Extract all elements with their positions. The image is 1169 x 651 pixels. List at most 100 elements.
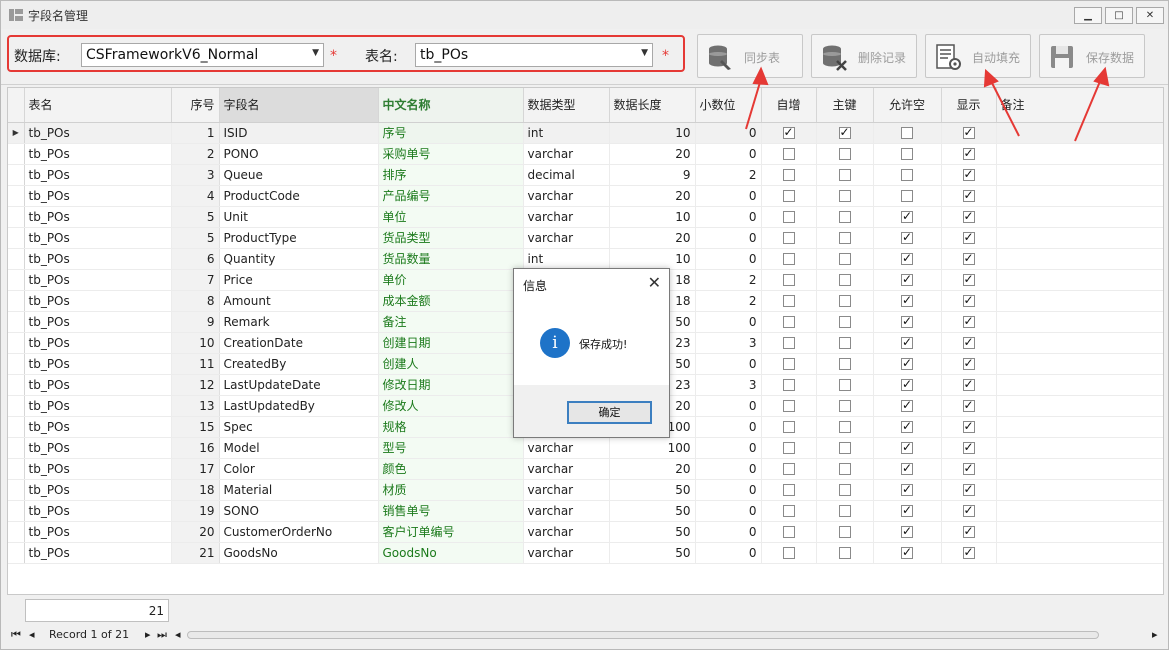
cell-chinese-name[interactable]: 客户订单编号: [378, 521, 524, 543]
cell-table-name[interactable]: tb_POs: [24, 164, 172, 186]
cell-seq[interactable]: 3: [171, 164, 220, 186]
cell-decimals[interactable]: 0: [695, 311, 762, 333]
cell-auto-increment[interactable]: [761, 416, 817, 438]
checkbox[interactable]: [962, 293, 975, 307]
table-row[interactable]: tb_POs 20 CustomerOrderNo 客户订单编号 varchar 50 0: [8, 521, 1163, 543]
cell-visible[interactable]: [941, 248, 997, 270]
checkbox[interactable]: [838, 400, 851, 412]
cell-nullable[interactable]: [873, 353, 942, 375]
checkbox[interactable]: [901, 209, 913, 223]
header-auto-increment[interactable]: 自增: [761, 88, 817, 123]
cell-data-type[interactable]: varchar: [523, 206, 610, 228]
cell-data-length[interactable]: 20: [609, 458, 696, 480]
cell-seq[interactable]: 5: [171, 206, 220, 228]
cell-decimals[interactable]: 2: [695, 164, 762, 186]
cell-remark[interactable]: [996, 395, 1163, 417]
cell-decimals[interactable]: 0: [695, 185, 762, 207]
checkbox[interactable]: [838, 169, 851, 181]
cell-data-type[interactable]: varchar: [523, 185, 610, 207]
checkbox[interactable]: [962, 440, 975, 454]
cell-nullable[interactable]: [873, 206, 942, 228]
checkbox[interactable]: [901, 230, 913, 244]
cell-data-length[interactable]: 50: [609, 479, 696, 501]
checkbox[interactable]: [901, 545, 913, 559]
cell-visible[interactable]: [941, 500, 997, 522]
table-row[interactable]: tb_POs 4 ProductCode 产品编号 varchar 20 0: [8, 185, 1163, 207]
cell-nullable[interactable]: [873, 458, 942, 480]
checkbox[interactable]: [782, 211, 795, 223]
table-row[interactable]: tb_POs 6 Quantity 货品数量 int 10 0: [8, 248, 1163, 270]
checkbox[interactable]: [901, 524, 913, 538]
cell-nullable[interactable]: [873, 542, 942, 564]
cell-seq[interactable]: 20: [171, 521, 220, 543]
table-row[interactable]: tb_POs 5 ProductType 货品类型 varchar 20 0: [8, 227, 1163, 249]
cell-table-name[interactable]: tb_POs: [24, 521, 172, 543]
checkbox[interactable]: [962, 503, 975, 517]
cell-remark[interactable]: [996, 185, 1163, 207]
checkbox[interactable]: [782, 190, 795, 202]
cell-primary-key[interactable]: [816, 206, 874, 228]
cell-chinese-name[interactable]: 材质: [378, 479, 524, 501]
table-row[interactable]: tb_POs 16 Model 型号 varchar 100 0: [8, 437, 1163, 459]
checkbox[interactable]: [782, 484, 795, 496]
cell-chinese-name[interactable]: 修改日期: [378, 374, 524, 396]
checkbox[interactable]: [782, 526, 795, 538]
checkbox[interactable]: [782, 125, 795, 139]
scroll-right-icon[interactable]: ▸: [1152, 628, 1158, 641]
cell-primary-key[interactable]: [816, 143, 874, 165]
checkbox[interactable]: [782, 295, 795, 307]
cell-decimals[interactable]: 0: [695, 353, 762, 375]
header-visible[interactable]: 显示: [941, 88, 997, 123]
checkbox[interactable]: [901, 377, 913, 391]
cell-nullable[interactable]: [873, 290, 942, 312]
cell-visible[interactable]: [941, 437, 997, 459]
cell-data-type[interactable]: varchar: [523, 458, 610, 480]
checkbox[interactable]: [901, 314, 913, 328]
checkbox[interactable]: [838, 463, 851, 475]
cell-decimals[interactable]: 0: [695, 542, 762, 564]
cell-remark[interactable]: [996, 458, 1163, 480]
cell-primary-key[interactable]: [816, 332, 874, 354]
cell-field-name[interactable]: ProductCode: [219, 185, 379, 207]
checkbox[interactable]: [838, 484, 851, 496]
checkbox[interactable]: [901, 461, 913, 475]
cell-primary-key[interactable]: [816, 227, 874, 249]
cell-decimals[interactable]: 3: [695, 374, 762, 396]
cell-nullable[interactable]: [873, 143, 942, 165]
cell-remark[interactable]: [996, 521, 1163, 543]
checkbox[interactable]: [838, 211, 851, 223]
cell-decimals[interactable]: 0: [695, 122, 762, 144]
cell-nullable[interactable]: [873, 164, 942, 186]
cell-data-length[interactable]: 20: [609, 227, 696, 249]
cell-seq[interactable]: 1: [171, 122, 220, 144]
checkbox[interactable]: [782, 463, 795, 475]
cell-seq[interactable]: 10: [171, 332, 220, 354]
cell-chinese-name[interactable]: 序号: [378, 122, 524, 144]
cell-remark[interactable]: [996, 122, 1163, 144]
cell-auto-increment[interactable]: [761, 332, 817, 354]
table-row[interactable]: tb_POs 21 GoodsNo GoodsNo varchar 50 0: [8, 542, 1163, 564]
checkbox[interactable]: [901, 127, 913, 139]
checkbox[interactable]: [962, 482, 975, 496]
cell-auto-increment[interactable]: [761, 479, 817, 501]
cell-visible[interactable]: [941, 521, 997, 543]
cell-table-name[interactable]: tb_POs: [24, 374, 172, 396]
next-record-icon[interactable]: ▸: [145, 628, 151, 641]
checkbox[interactable]: [901, 293, 913, 307]
checkbox[interactable]: [962, 356, 975, 370]
cell-primary-key[interactable]: [816, 479, 874, 501]
cell-primary-key[interactable]: [816, 374, 874, 396]
save-data-button[interactable]: 保存数据: [1039, 34, 1145, 78]
checkbox[interactable]: [838, 421, 851, 433]
header-primary-key[interactable]: 主键: [816, 88, 874, 123]
header-chinese-name[interactable]: 中文名称: [378, 88, 524, 123]
cell-field-name[interactable]: Material: [219, 479, 379, 501]
cell-remark[interactable]: [996, 290, 1163, 312]
cell-auto-increment[interactable]: [761, 521, 817, 543]
checkbox[interactable]: [838, 337, 851, 349]
cell-field-name[interactable]: Price: [219, 269, 379, 291]
cell-primary-key[interactable]: [816, 542, 874, 564]
cell-remark[interactable]: [996, 479, 1163, 501]
checkbox[interactable]: [962, 419, 975, 433]
cell-chinese-name[interactable]: 单价: [378, 269, 524, 291]
